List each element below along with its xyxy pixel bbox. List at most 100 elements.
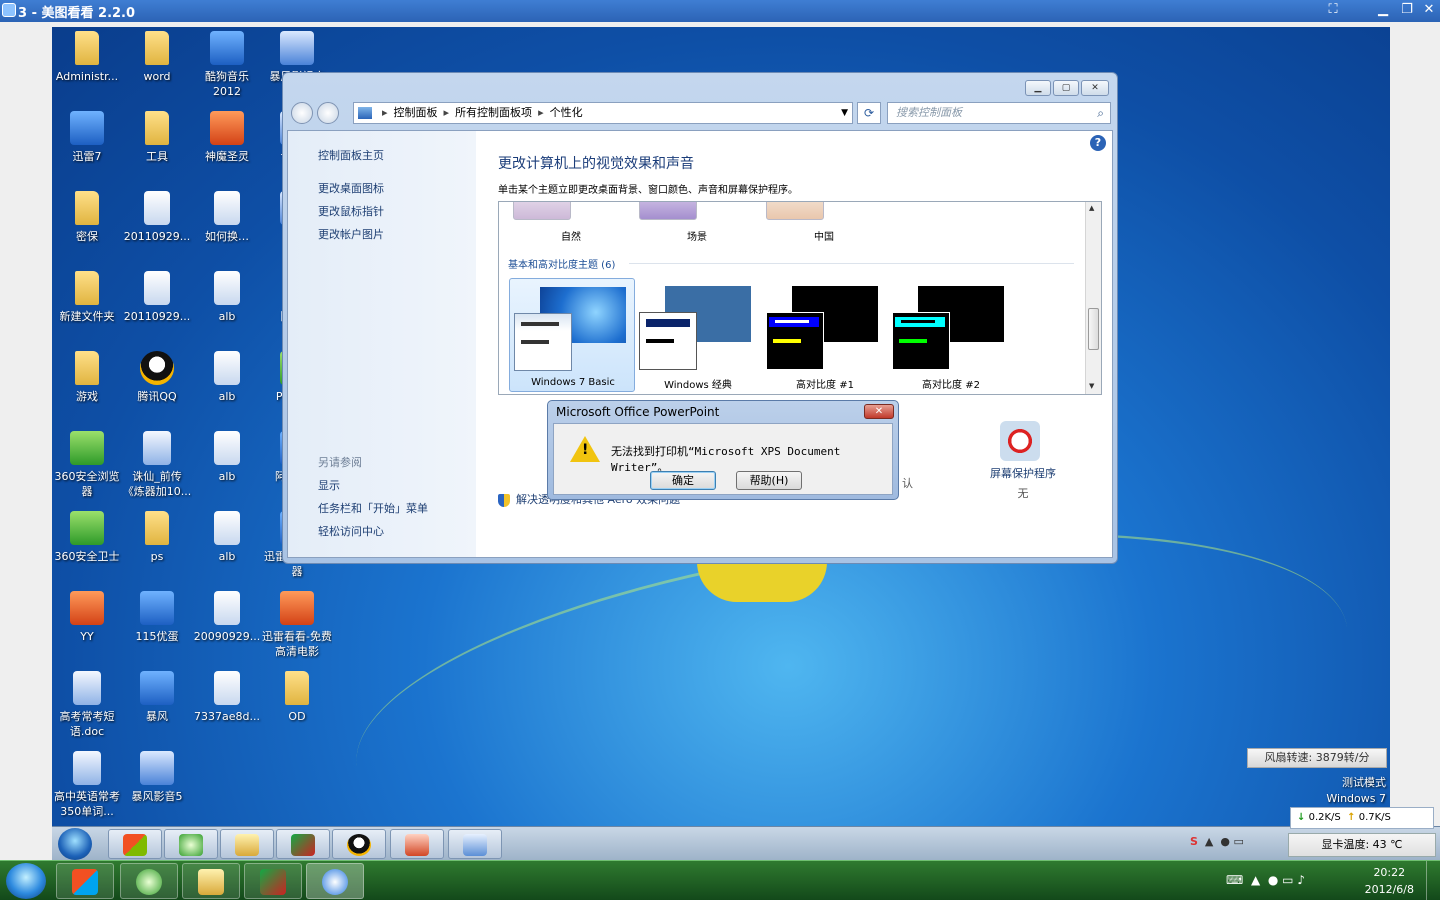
desktop-icon[interactable]: alb <box>192 349 262 427</box>
desktop-icon[interactable]: 游戏 <box>52 349 122 427</box>
desktop-icon-label: 暴风 <box>146 710 168 723</box>
theme-list-scrollbar[interactable]: ▲ ▼ <box>1085 202 1101 394</box>
link-change-desktop-icons[interactable]: 更改桌面图标 <box>318 180 384 196</box>
qq-tray-icon[interactable]: ● <box>1268 873 1278 887</box>
theme-preview-scenes[interactable] <box>639 202 697 220</box>
desktop-icon[interactable]: 酷狗音乐 2012 <box>192 29 262 107</box>
breadcrumb-personalization[interactable]: 个性化 <box>550 106 583 119</box>
address-bar[interactable]: ▸ 控制面板 ▸ 所有控制面板项 ▸ 个性化 ▼ <box>353 102 853 124</box>
theme-tile-high-contrast-1[interactable]: 高对比度 #1 <box>762 278 888 392</box>
desktop-icon-label: alb <box>218 550 236 563</box>
desktop-icon[interactable]: OD <box>262 669 332 747</box>
desktop-icon[interactable]: 360安全卫士 <box>52 509 122 587</box>
forward-button[interactable] <box>317 102 339 124</box>
start-button[interactable] <box>6 863 46 899</box>
link-change-account-picture[interactable]: 更改帐户图片 <box>318 226 384 242</box>
theme-preview-nature[interactable] <box>513 202 571 220</box>
network-icon[interactable]: ▭ <box>1234 835 1244 848</box>
show-desktop-button[interactable] <box>1426 861 1440 900</box>
link-control-panel-home[interactable]: 控制面板主页 <box>318 147 384 163</box>
fullscreen-icon[interactable]: ⛶ <box>1320 0 1346 20</box>
link-change-mouse-pointers[interactable]: 更改鼠标指针 <box>318 203 384 219</box>
theme-tile-high-contrast-2[interactable]: 高对比度 #2 <box>888 278 1014 392</box>
breadcrumb-control-panel[interactable]: 控制面板 <box>394 106 438 119</box>
desktop-icon[interactable]: alb <box>192 269 262 347</box>
back-button[interactable] <box>291 102 313 124</box>
help-button[interactable]: 帮助(H) <box>736 471 802 490</box>
desktop-icon[interactable]: 密保 <box>52 189 122 267</box>
theme-preview-china[interactable] <box>766 202 824 220</box>
desktop-icon[interactable]: word <box>122 29 192 107</box>
desktop-icon[interactable]: 高中英语常考350单词... <box>52 749 122 826</box>
desktop-icon[interactable]: 高考常考短语.doc <box>52 669 122 747</box>
clock[interactable]: 20:22 2012/6/8 <box>1365 864 1414 898</box>
scroll-down-icon[interactable]: ▼ <box>1089 382 1094 390</box>
minimize-button[interactable]: ▁ <box>1370 0 1396 20</box>
taskbar-button-meitu[interactable] <box>306 863 364 899</box>
desktop-icon[interactable]: 腾讯QQ <box>122 349 192 427</box>
sogou-icon[interactable]: S <box>1190 835 1198 848</box>
desktop-icon[interactable]: 如何换… <box>192 189 262 267</box>
scroll-up-icon[interactable]: ▲ <box>1089 204 1094 212</box>
desktop-icon[interactable]: 20110929... <box>122 269 192 347</box>
link-taskbar-start-menu[interactable]: 任务栏和「开始」菜单 <box>318 500 428 516</box>
link-display[interactable]: 显示 <box>318 477 340 493</box>
network-icon[interactable]: ▭ <box>1282 873 1293 887</box>
inner-taskbar-button[interactable] <box>276 829 330 859</box>
desktop-icon[interactable]: YY <box>52 589 122 667</box>
close-button[interactable]: ✕ <box>1416 0 1440 20</box>
inner-start-orb-icon[interactable] <box>58 828 92 860</box>
screensaver-link[interactable]: 屏幕保护程序 <box>978 465 1068 481</box>
screensaver-icon[interactable] <box>1000 421 1040 461</box>
desktop-icon-label: 360安全浏览器 <box>54 470 120 498</box>
cp-close-button[interactable]: ✕ <box>1081 80 1109 96</box>
search-icon[interactable]: ⌕ <box>1097 103 1104 123</box>
refresh-button[interactable]: ⟳ <box>857 102 881 124</box>
desktop-icon[interactable]: ps <box>122 509 192 587</box>
desktop-icon[interactable]: 7337ae8d... <box>192 669 262 747</box>
ok-button[interactable]: 确定 <box>650 471 716 490</box>
desktop-icon[interactable]: alb <box>192 509 262 587</box>
inner-taskbar-button[interactable] <box>332 829 386 859</box>
theme-tile-windows-classic[interactable]: Windows 经典 <box>635 278 761 392</box>
desktop-icon[interactable]: alb <box>192 429 262 507</box>
cp-maximize-button[interactable]: ▢ <box>1053 80 1079 96</box>
taskbar-button[interactable] <box>244 863 302 899</box>
desktop-icon[interactable]: 360安全浏览器 <box>52 429 122 507</box>
breadcrumb-all-items[interactable]: 所有控制面板项 <box>455 106 532 119</box>
desktop-icon[interactable]: 工具 <box>122 109 192 187</box>
taskbar-button[interactable] <box>120 863 178 899</box>
inner-taskbar-button[interactable] <box>390 829 444 859</box>
desktop-icon[interactable]: 诛仙_前传《炼器加10... <box>122 429 192 507</box>
help-icon[interactable]: ? <box>1090 135 1106 151</box>
desktop-icon[interactable]: 115优蛋 <box>122 589 192 667</box>
inner-taskbar-button[interactable] <box>164 829 218 859</box>
desktop-icon[interactable]: 新建文件夹 <box>52 269 122 347</box>
inner-taskbar-button[interactable] <box>448 829 502 859</box>
theme-tile-windows7-basic[interactable]: Windows 7 Basic <box>509 278 635 392</box>
desktop-icon[interactable]: 暴风 <box>122 669 192 747</box>
desktop-icon[interactable]: 迅雷看看-免费高清电影 <box>262 589 332 667</box>
desktop-icon[interactable]: 迅雷7 <box>52 109 122 187</box>
inner-taskbar-button[interactable] <box>220 829 274 859</box>
taskbar-button[interactable] <box>56 863 114 899</box>
volume-icon[interactable]: ♪ <box>1297 873 1305 887</box>
search-input[interactable]: 搜索控制面板 ⌕ <box>887 102 1111 124</box>
desktop-icon[interactable]: 20090929... <box>192 589 262 667</box>
link-ease-of-access[interactable]: 轻松访问中心 <box>318 523 384 539</box>
taskbar-button[interactable] <box>182 863 240 899</box>
cp-minimize-button[interactable]: ▁ <box>1025 80 1051 96</box>
desktop-icon[interactable]: 暴风影音5 <box>122 749 192 826</box>
qq-tray-icon[interactable]: ● <box>1220 835 1230 848</box>
desktop-icon[interactable]: Administr... <box>52 29 122 107</box>
keyboard-icon[interactable]: ⌨ <box>1226 873 1243 887</box>
address-dropdown-icon[interactable]: ▼ <box>841 103 848 123</box>
desktop-icon-label: 迅雷7 <box>72 150 102 163</box>
desktop-icon-label: OD <box>288 710 306 723</box>
desktop-icon[interactable]: 20110929... <box>122 189 192 267</box>
dialog-close-button[interactable]: ✕ <box>864 404 894 419</box>
desktop-icon[interactable]: 神魔圣灵 <box>192 109 262 187</box>
360-browser-icon <box>70 431 104 465</box>
scrollbar-thumb[interactable] <box>1088 308 1099 350</box>
inner-taskbar-button[interactable] <box>108 829 162 859</box>
